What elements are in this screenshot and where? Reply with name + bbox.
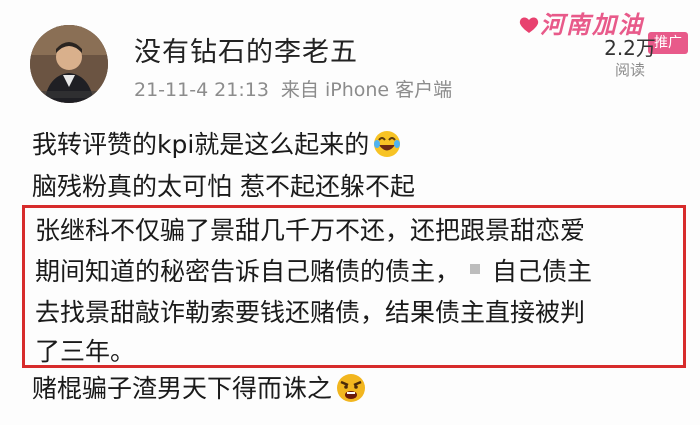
- views-count: 2.2万: [604, 36, 656, 60]
- angry-emoji-icon: [337, 374, 366, 402]
- highlighted-text-box: 张继科不仅骗了景甜几千万不还，还把跟景甜恋爱 期间知道的秘密告诉自己赌债的债主，…: [22, 205, 686, 368]
- highlight-line-2: 期间知道的秘密告诉自己赌债的债主， 自己债主: [35, 255, 592, 289]
- weibo-post: 没有钻石的李老五 21-11-4 21:13 来自 iPhone 客户端 河南加油 …: [0, 0, 700, 425]
- post-meta: 21-11-4 21:13 来自 iPhone 客户端: [134, 78, 452, 102]
- post-text-line: 我转评赞的kpi就是这么起来的: [32, 128, 401, 162]
- username[interactable]: 没有钻石的李老五: [134, 36, 358, 70]
- image-placeholder-mark: [470, 264, 481, 274]
- highlight-line-2a: 期间知道的秘密告诉自己赌债的债主，: [35, 257, 461, 286]
- avatar[interactable]: [30, 25, 108, 103]
- post-time: 21:13: [214, 79, 269, 101]
- views-label: 阅读: [614, 61, 645, 79]
- highlight-line-4: 了三年。: [35, 337, 136, 366]
- post-text-line: 赌棍骗子渣男天下得而诛之: [32, 372, 366, 406]
- heart-icon: [519, 17, 539, 33]
- highlight-line-1: 张继科不仅骗了景甜几千万不还，还把跟景甜恋爱: [35, 216, 586, 245]
- highlight-line-2b: 自己债主: [492, 257, 593, 286]
- post-source: 来自 iPhone 客户端: [280, 79, 453, 101]
- post-date: 21-11-4: [134, 79, 209, 101]
- highlight-line-3: 去找景甜敲诈勒索要钱还赌债，结果债主直接被判: [35, 298, 586, 327]
- post-text-line-2: 脑残粉真的太可怕 惹不起还躲不起: [32, 172, 415, 201]
- post-text-line-1: 我转评赞的kpi就是这么起来的: [32, 130, 370, 159]
- post-text-line-6: 赌棍骗子渣男天下得而诛之: [32, 374, 333, 403]
- views-counter: 2.2万 阅读: [580, 36, 680, 80]
- laughing-crying-emoji-icon: [374, 131, 401, 157]
